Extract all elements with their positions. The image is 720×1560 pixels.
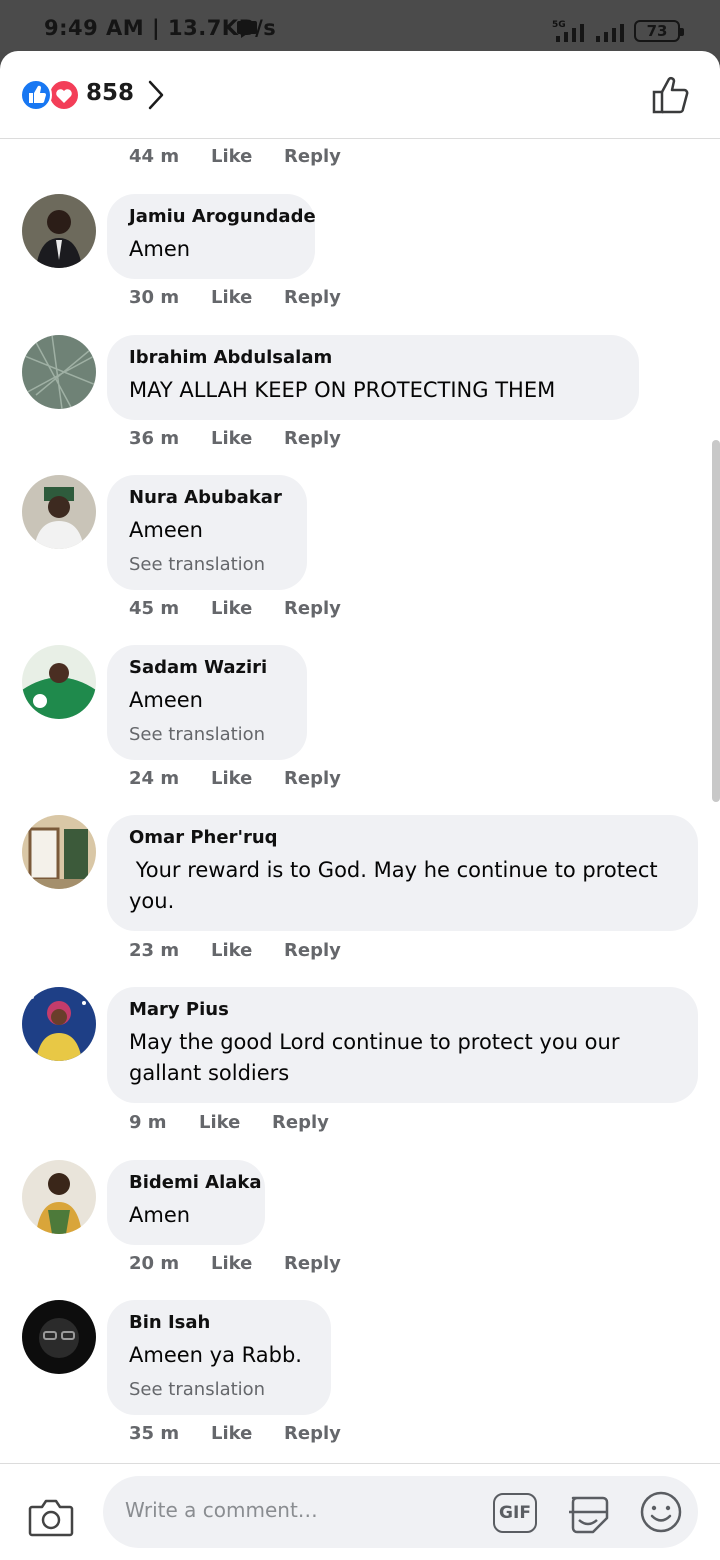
commenter-name[interactable]: Jamiu Arogundade bbox=[129, 206, 316, 228]
comment-composer: Write a comment… GIF bbox=[0, 1463, 720, 1560]
comment-text: Ameen ya Rabb. bbox=[129, 1343, 302, 1367]
avatar[interactable] bbox=[22, 645, 96, 719]
comment-text: Amen bbox=[129, 1203, 191, 1227]
like-link[interactable]: Like bbox=[211, 146, 284, 167]
comment-time: 45 m bbox=[129, 598, 180, 619]
reply-link[interactable]: Reply bbox=[284, 598, 341, 619]
comment-text: May the good Lord continue to protect yo… bbox=[129, 1030, 620, 1085]
messenger-bubble-icon bbox=[237, 21, 257, 38]
reaction-count[interactable]: 858 bbox=[86, 80, 134, 106]
comment-bubble[interactable]: Nura Abubakar Ameen See translation bbox=[107, 475, 307, 590]
comment-input[interactable]: Write a comment… GIF bbox=[103, 1476, 698, 1548]
battery-level: 73 bbox=[646, 22, 668, 40]
comment-meta: 44 m Like Reply bbox=[129, 146, 341, 167]
comment-bubble[interactable]: Bin Isah Ameen ya Rabb. See translation bbox=[107, 1300, 331, 1415]
reply-link[interactable]: Reply bbox=[284, 287, 341, 308]
comment-meta: 24 m Like Reply bbox=[129, 768, 341, 789]
comment-meta: 35 m Like Reply bbox=[129, 1423, 341, 1444]
avatar[interactable] bbox=[22, 475, 96, 549]
like-link[interactable]: Like bbox=[211, 287, 284, 308]
avatar[interactable] bbox=[22, 815, 96, 889]
commenter-name[interactable]: Bin Isah bbox=[129, 1312, 309, 1334]
like-link[interactable]: Like bbox=[211, 940, 284, 961]
avatar[interactable] bbox=[22, 194, 96, 268]
comment-time: 30 m bbox=[129, 287, 180, 308]
comment-text: Your reward is to God. May he continue t… bbox=[129, 858, 665, 913]
comment-bubble[interactable]: Sadam Waziri Ameen See translation bbox=[107, 645, 307, 760]
reply-link[interactable]: Reply bbox=[284, 1423, 341, 1444]
signal-icon-2 bbox=[596, 24, 624, 42]
like-link[interactable]: Like bbox=[199, 1112, 272, 1133]
comment-bubble[interactable]: Bidemi Alaka Amen bbox=[107, 1160, 265, 1245]
commenter-name[interactable]: Mary Pius bbox=[129, 999, 676, 1021]
comment-bubble[interactable]: Ibrahim Abdulsalam MAY ALLAH KEEP ON PRO… bbox=[107, 335, 639, 420]
scrollbar[interactable] bbox=[712, 440, 720, 802]
signal-icon bbox=[556, 24, 584, 42]
reply-link[interactable]: Reply bbox=[284, 428, 341, 449]
like-link[interactable]: Like bbox=[211, 1253, 284, 1274]
comment-time: 44 m bbox=[129, 146, 180, 167]
comment-list: 44 m Like Reply Jamiu Arogundade Amen 30… bbox=[0, 140, 720, 1462]
comment-meta: 30 m Like Reply bbox=[129, 287, 341, 308]
like-icon bbox=[20, 79, 52, 111]
comment-time: 20 m bbox=[129, 1253, 180, 1274]
reaction-icons bbox=[20, 79, 80, 111]
see-translation-link[interactable]: See translation bbox=[129, 1379, 309, 1401]
reply-link[interactable]: Reply bbox=[272, 1112, 329, 1133]
avatar[interactable] bbox=[22, 1300, 96, 1374]
commenter-name[interactable]: Nura Abubakar bbox=[129, 487, 285, 509]
commenter-name[interactable]: Sadam Waziri bbox=[129, 657, 285, 679]
chevron-right-icon[interactable] bbox=[146, 79, 166, 111]
comment-time: 9 m bbox=[129, 1112, 167, 1133]
comment-meta: 20 m Like Reply bbox=[129, 1253, 341, 1274]
comment-input-placeholder: Write a comment… bbox=[125, 1498, 318, 1522]
like-outline-icon[interactable] bbox=[650, 75, 692, 115]
reply-link[interactable]: Reply bbox=[284, 940, 341, 961]
comment-time: 24 m bbox=[129, 768, 180, 789]
like-link[interactable]: Like bbox=[211, 598, 284, 619]
camera-icon[interactable] bbox=[28, 1497, 74, 1537]
sticker-icon[interactable] bbox=[565, 1490, 611, 1536]
see-translation-link[interactable]: See translation bbox=[129, 724, 285, 746]
comment-text: Amen bbox=[129, 237, 191, 261]
avatar[interactable] bbox=[22, 1160, 96, 1234]
comment-meta: 45 m Like Reply bbox=[129, 598, 341, 619]
see-translation-link[interactable]: See translation bbox=[129, 554, 285, 576]
emoji-icon[interactable] bbox=[639, 1490, 683, 1534]
comment-text: Ameen bbox=[129, 518, 203, 542]
reply-link[interactable]: Reply bbox=[284, 1253, 341, 1274]
reply-link[interactable]: Reply bbox=[284, 146, 341, 167]
like-link[interactable]: Like bbox=[211, 768, 284, 789]
comment-time: 35 m bbox=[129, 1423, 180, 1444]
love-icon bbox=[48, 79, 80, 111]
avatar[interactable] bbox=[22, 987, 96, 1061]
like-link[interactable]: Like bbox=[211, 1423, 284, 1444]
comment-text: Ameen bbox=[129, 688, 203, 712]
commenter-name[interactable]: Omar Pher'ruq bbox=[129, 827, 676, 849]
reactions-header[interactable]: 858 bbox=[0, 51, 720, 139]
battery-icon: 73 bbox=[634, 20, 684, 42]
comment-time: 36 m bbox=[129, 428, 180, 449]
comment-bubble[interactable]: Mary Pius May the good Lord continue to … bbox=[107, 987, 698, 1103]
status-bar: 9:49 AM | 13.7KB/s 5G 73 bbox=[0, 0, 720, 52]
comment-bubble[interactable]: Jamiu Arogundade Amen bbox=[107, 194, 316, 279]
like-link[interactable]: Like bbox=[211, 428, 284, 449]
reply-link[interactable]: Reply bbox=[284, 768, 341, 789]
commenter-name[interactable]: Ibrahim Abdulsalam bbox=[129, 347, 617, 369]
commenter-name[interactable]: Bidemi Alaka bbox=[129, 1172, 262, 1194]
gif-icon[interactable]: GIF bbox=[493, 1493, 537, 1533]
comment-bubble[interactable]: Omar Pher'ruq Your reward is to God. May… bbox=[107, 815, 698, 931]
comment-time: 23 m bbox=[129, 940, 180, 961]
comment-meta: 9 m Like Reply bbox=[129, 1112, 329, 1133]
avatar[interactable] bbox=[22, 335, 96, 409]
comments-sheet: 858 44 m Like Reply Jamiu Arogundade Ame… bbox=[0, 51, 720, 1560]
comment-text: MAY ALLAH KEEP ON PROTECTING THEM bbox=[129, 378, 556, 402]
comment-meta: 23 m Like Reply bbox=[129, 940, 341, 961]
comment-meta: 36 m Like Reply bbox=[129, 428, 341, 449]
